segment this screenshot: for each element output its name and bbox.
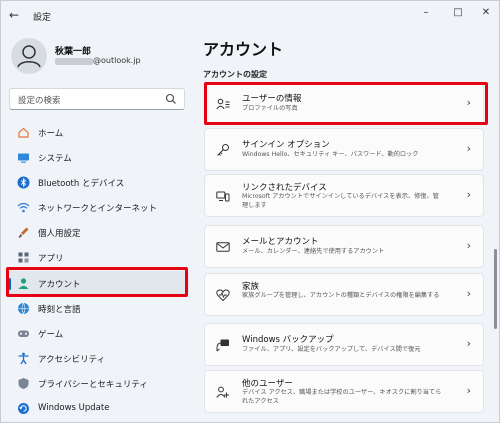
sidebar-item-label: ネットワークとインターネット: [38, 204, 158, 215]
backup-icon: [216, 339, 229, 352]
chevron-right-icon: ›: [466, 142, 471, 155]
email-redacted: [55, 58, 93, 65]
back-button[interactable]: ←: [9, 8, 23, 22]
card-subtitle: Windows Hello、セキュリティ キー、パスワード、動的ロック: [242, 151, 419, 158]
highlight-box-your-info: [204, 82, 488, 125]
card-subtitle: 家族グループを管理し、アカウントの種類とデバイスの権限を編集する: [242, 292, 440, 299]
sidebar-item-network[interactable]: ネットワークとインターネット: [7, 195, 189, 220]
chevron-right-icon: ›: [466, 337, 471, 350]
card-subtitle: ファイル、アプリ、設定をバックアップして、デバイス間で復元: [242, 346, 421, 353]
card-title: リンクされたデバイス: [242, 183, 327, 193]
sidebar-item-system[interactable]: システム: [7, 145, 189, 170]
section-title: アカウントの設定: [203, 70, 267, 79]
update-icon: [18, 403, 29, 415]
sidebar-item-windows-update[interactable]: Windows Update: [7, 396, 189, 421]
sidebar-item-gaming[interactable]: ゲーム: [7, 321, 189, 346]
card-windows-backup[interactable]: Windows バックアップ ファイル、アプリ、設定をバックアップして、デバイス…: [204, 323, 484, 366]
chevron-right-icon: ›: [466, 384, 471, 397]
bluetooth-icon: [17, 176, 30, 189]
avatar[interactable]: [11, 38, 47, 74]
user-name: 秋葉一郎: [55, 47, 92, 57]
sidebar-item-accessibility[interactable]: アクセシビリティ: [7, 346, 189, 371]
sidebar-item-label: アクセシビリティ: [38, 354, 106, 365]
title-bar: ← 設定 – □ ✕: [1, 1, 500, 31]
heart-icon: [216, 289, 230, 302]
card-title: 家族: [242, 282, 260, 292]
settings-window: ← 設定 – □ ✕ 秋葉一郎 @outlook.jp 設定の検索 ホーム シス…: [0, 0, 500, 423]
shield-icon: [18, 377, 29, 389]
card-email-accounts[interactable]: メールとアカウント メール、カレンダー、連絡先で使用するアカウント ›: [204, 225, 484, 268]
monitor-icon: [18, 153, 29, 163]
sidebar-item-time-language[interactable]: 時刻と言語: [7, 296, 189, 321]
accessibility-icon: [18, 352, 29, 365]
card-subtitle: Microsoft アカウントでサインインしているデバイスを表示、修復、管理しま…: [242, 193, 439, 209]
wifi-icon: [17, 203, 30, 213]
card-title: メールとアカウント: [242, 237, 319, 247]
chevron-right-icon: ›: [466, 188, 471, 201]
search-icon: [165, 93, 176, 104]
sidebar-item-label: Bluetooth とデバイス: [38, 179, 125, 190]
sidebar-item-label: 時刻と言語: [38, 304, 81, 315]
person-icon: [17, 45, 41, 68]
sidebar-item-privacy[interactable]: プライバシーとセキュリティ: [7, 371, 189, 396]
brush-icon: [18, 227, 29, 238]
chevron-right-icon: ›: [466, 287, 471, 300]
search-placeholder: 設定の検索: [18, 96, 61, 106]
maximize-button[interactable]: □: [447, 5, 469, 21]
sidebar-item-label: Windows Update: [38, 403, 110, 414]
chevron-right-icon: ›: [466, 239, 471, 252]
page-title: アカウント: [203, 40, 284, 59]
globe-clock-icon: [18, 302, 29, 314]
sidebar-item-label: システム: [38, 154, 72, 165]
card-subtitle: デバイス アクセス、職場または学校のユーザー、キオスクに割り当てられたアクセス: [242, 389, 442, 405]
sidebar-item-personalization[interactable]: 個人用設定: [7, 220, 189, 245]
sidebar-item-label: 個人用設定: [38, 229, 81, 240]
sidebar-item-label: プライバシーとセキュリティ: [38, 379, 148, 390]
sidebar-item-home[interactable]: ホーム: [7, 120, 189, 145]
search-input[interactable]: 設定の検索: [9, 88, 185, 110]
card-title: Windows バックアップ: [242, 335, 334, 345]
sidebar-item-bluetooth[interactable]: Bluetooth とデバイス: [7, 170, 189, 195]
home-icon: [18, 127, 29, 138]
card-family[interactable]: 家族 家族グループを管理し、アカウントの種類とデバイスの権限を編集する ›: [204, 273, 484, 316]
close-button[interactable]: ✕: [475, 5, 497, 21]
app-title: 設定: [33, 13, 52, 23]
card-title: 他のユーザー: [242, 379, 293, 389]
user-email: @outlook.jp: [93, 56, 141, 65]
apps-icon: [18, 252, 29, 263]
card-subtitle: メール、カレンダー、連絡先で使用するアカウント: [242, 248, 385, 255]
minimize-button[interactable]: –: [415, 5, 437, 21]
card-linked-devices[interactable]: リンクされたデバイス Microsoft アカウントでサインインしているデバイス…: [204, 174, 484, 217]
key-icon: [217, 144, 229, 156]
other-users-icon: [216, 386, 229, 398]
sidebar-item-label: ゲーム: [38, 329, 64, 340]
scrollbar[interactable]: [494, 249, 497, 329]
linked-devices-icon: [216, 191, 230, 202]
highlight-box-accounts: [6, 267, 188, 297]
mail-icon: [216, 242, 230, 252]
gamepad-icon: [18, 330, 29, 337]
sidebar-item-label: ホーム: [38, 129, 64, 139]
card-sign-in-options[interactable]: サインイン オプション Windows Hello、セキュリティ キー、パスワー…: [204, 128, 484, 171]
card-other-users[interactable]: 他のユーザー デバイス アクセス、職場または学校のユーザー、キオスクに割り当てら…: [204, 370, 484, 413]
card-title: サインイン オプション: [242, 140, 330, 150]
sidebar-item-label: アプリ: [38, 254, 64, 265]
